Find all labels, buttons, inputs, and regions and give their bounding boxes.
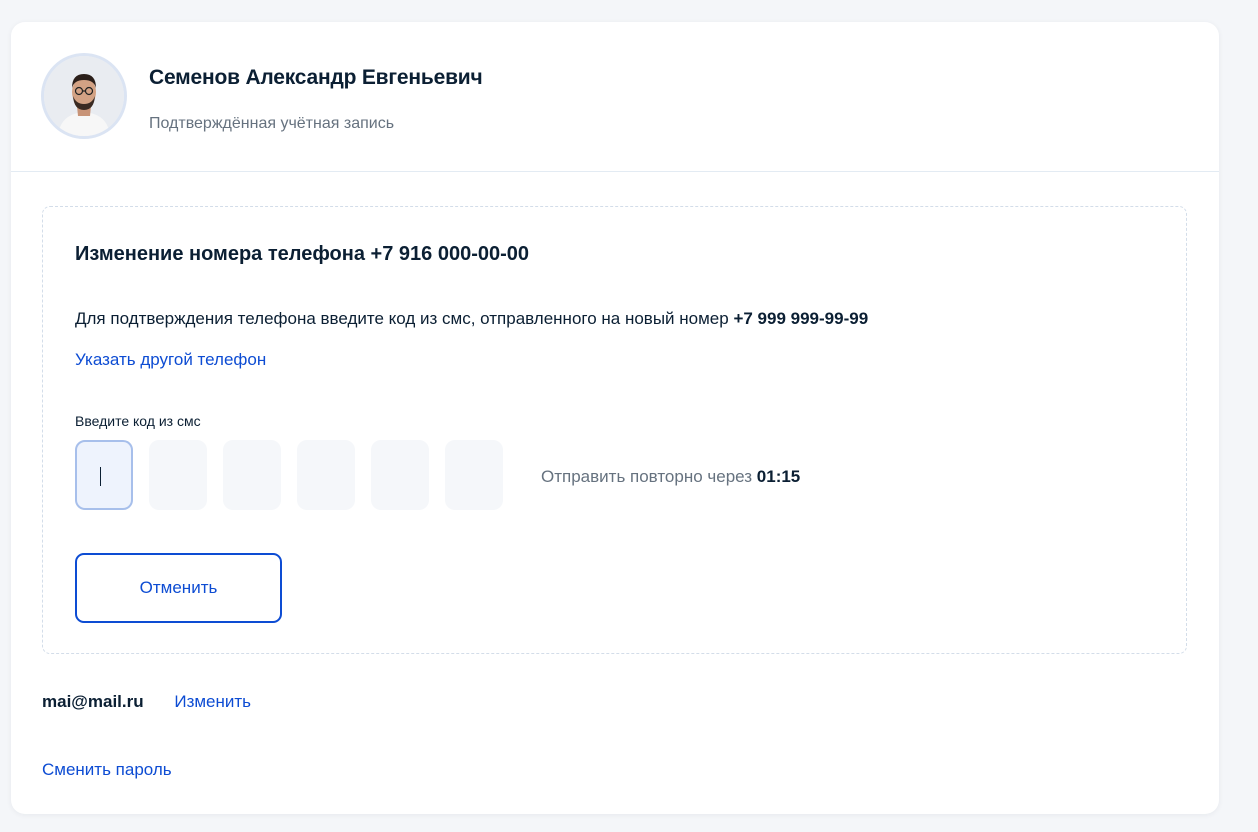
resend-timer: 01:15: [756, 467, 801, 486]
email-value: mai@mail.ru: [42, 692, 144, 711]
phone-change-description: Для подтверждения телефона введите код и…: [75, 309, 868, 329]
sms-code-digit-1[interactable]: [75, 440, 133, 510]
new-phone-number: +7 999 999-99-99: [733, 309, 869, 328]
change-email-link[interactable]: Изменить: [174, 692, 251, 711]
resend-text: Отправить повторно через: [541, 467, 757, 486]
account-status: Подтверждённая учётная запись: [149, 115, 395, 132]
change-password-link[interactable]: Сменить пароль: [42, 760, 172, 780]
sms-code-digit-2[interactable]: [149, 440, 207, 510]
user-photo-icon: [44, 56, 124, 136]
profile-header: Семенов Александр Евгеньевич Подтверждён…: [11, 22, 1219, 172]
user-name: Семенов Александр Евгеньевич: [149, 66, 483, 89]
sms-code-input: [75, 440, 503, 510]
sms-code-digit-3[interactable]: [223, 440, 281, 510]
email-row: mai@mail.ru Изменить: [42, 692, 251, 712]
cancel-button[interactable]: Отменить: [75, 553, 282, 623]
text-caret: [100, 467, 101, 486]
sms-code-digit-5[interactable]: [371, 440, 429, 510]
resend-countdown: Отправить повторно через 01:15: [541, 467, 800, 487]
phone-change-title: Изменение номера телефона +7 916 000-00-…: [75, 243, 530, 265]
description-text: Для подтверждения телефона введите код и…: [75, 309, 734, 328]
sms-code-digit-4[interactable]: [297, 440, 355, 510]
sms-code-digit-6[interactable]: [445, 440, 503, 510]
avatar: [41, 53, 127, 139]
phone-change-panel: Изменение номера телефона +7 916 000-00-…: [42, 206, 1187, 654]
change-phone-link[interactable]: Указать другой телефон: [75, 350, 266, 370]
account-card: Семенов Александр Евгеньевич Подтверждён…: [11, 22, 1219, 814]
sms-code-label: Введите код из смс: [75, 413, 201, 429]
